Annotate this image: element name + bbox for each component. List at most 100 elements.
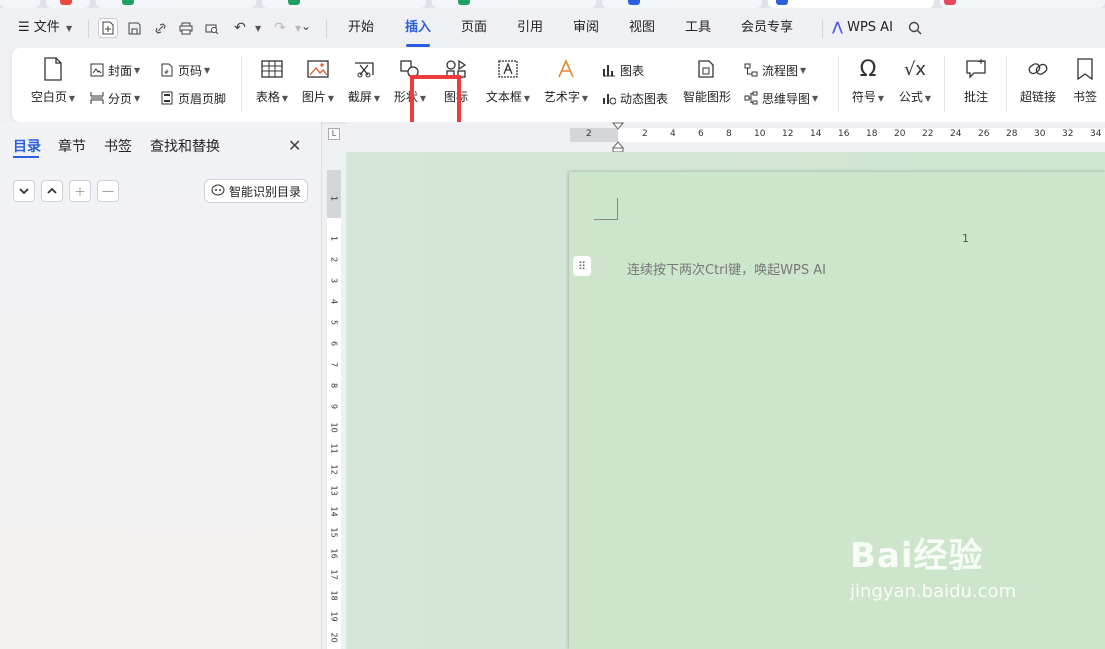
chevron-down-icon: ▼ bbox=[204, 65, 211, 75]
svg-text:#: # bbox=[164, 69, 169, 76]
doc-tab[interactable] bbox=[432, 0, 596, 8]
chevron-down-icon bbox=[19, 188, 29, 195]
collapse-up-button[interactable] bbox=[41, 180, 63, 202]
drag-handle-icon[interactable]: ⠿ bbox=[573, 256, 591, 276]
ruler-tick-label: 18 bbox=[329, 590, 339, 601]
doc-tab[interactable] bbox=[0, 0, 40, 8]
print-preview-icon[interactable] bbox=[202, 18, 222, 38]
chart-button[interactable]: 图表 bbox=[601, 60, 644, 80]
chevron-down-icon[interactable]: ▼ bbox=[255, 24, 261, 33]
smart-recognize-icon bbox=[211, 184, 225, 199]
save-icon[interactable] bbox=[124, 18, 144, 38]
search-icon[interactable] bbox=[905, 18, 925, 38]
tab-view[interactable]: 视图 bbox=[629, 8, 655, 48]
minus-icon: — bbox=[102, 184, 114, 198]
flowchart-label: 流程图 bbox=[762, 63, 799, 78]
page-number: 1 bbox=[962, 232, 969, 245]
doc-tab[interactable] bbox=[940, 0, 1105, 8]
blank-page-button[interactable]: 空白页 ▼ bbox=[29, 56, 77, 105]
add-level-button[interactable]: ＋ bbox=[69, 180, 91, 202]
chevron-down-icon: ▼ bbox=[812, 93, 819, 103]
ruler-tick-label: 2 bbox=[586, 129, 592, 139]
new-doc-icon[interactable] bbox=[98, 18, 118, 38]
tab-reference[interactable]: 引用 bbox=[517, 8, 543, 48]
divider bbox=[944, 56, 945, 112]
file-menu[interactable]: ☰ 文件 ▼ bbox=[18, 8, 72, 48]
flowchart-button[interactable]: 流程图 ▼ bbox=[743, 60, 806, 80]
ruler-tick-label: 1 bbox=[329, 235, 339, 242]
comment-button[interactable]: 批注 bbox=[954, 56, 998, 105]
hyperlink-button[interactable]: 超链接 bbox=[1016, 56, 1060, 105]
share-icon[interactable] bbox=[150, 18, 170, 38]
ruler-tick-label: 24 bbox=[950, 129, 962, 139]
dynamic-chart-button[interactable]: 动态图表 bbox=[601, 88, 668, 108]
header-footer-button[interactable]: 页眉页脚 bbox=[159, 88, 226, 108]
close-icon[interactable]: ✕ bbox=[288, 136, 301, 155]
redo-icon[interactable]: ↷ bbox=[270, 18, 290, 38]
symbol-label: 符号 bbox=[851, 90, 876, 104]
horizontal-ruler[interactable]: 2 2 4 6 8 10 12 14 16 18 20 22 24 26 28 30 32 34 bbox=[346, 122, 1105, 152]
document-page[interactable] bbox=[569, 172, 1105, 649]
smart-toc-button[interactable]: 智能识别目录 bbox=[204, 179, 308, 203]
wps-ai-button[interactable]: ⋀ WPS AI bbox=[832, 8, 893, 48]
text-box-button[interactable]: 文本框 ▼ bbox=[482, 56, 534, 105]
link-icon bbox=[1025, 56, 1051, 82]
tab-bookmarks[interactable]: 书签 bbox=[104, 136, 132, 156]
table-button[interactable]: 表格 ▼ bbox=[252, 56, 292, 105]
print-icon[interactable] bbox=[176, 18, 196, 38]
indent-marker[interactable] bbox=[612, 122, 624, 152]
mind-map-button[interactable]: 思维导图 ▼ bbox=[743, 88, 818, 108]
symbol-button[interactable]: Ω 符号 ▼ bbox=[846, 56, 890, 105]
undo-icon[interactable]: ↶ bbox=[230, 18, 250, 38]
tab-tools[interactable]: 工具 bbox=[685, 8, 711, 48]
page-number-button[interactable]: # 页码 ▼ bbox=[159, 60, 210, 80]
ruler-tick-label: 1 bbox=[329, 195, 339, 202]
more-chevron-icon[interactable]: ⌄ bbox=[301, 19, 311, 33]
bookmark-button[interactable]: 书签 bbox=[1065, 56, 1105, 105]
flowchart-icon bbox=[743, 62, 759, 78]
chevron-down-icon: ▼ bbox=[134, 65, 141, 75]
ruler-tick-label: 6 bbox=[698, 129, 704, 139]
ruler-tick-label: 5 bbox=[329, 319, 339, 326]
remove-level-button[interactable]: — bbox=[97, 180, 119, 202]
page-number-label: 页码 bbox=[178, 63, 203, 78]
formula-label: 公式 bbox=[898, 90, 923, 104]
expand-down-button[interactable] bbox=[13, 180, 35, 202]
vertical-ruler[interactable]: 1 1 2 3 4 5 6 7 8 9 10 11 12 13 14 15 16 17 18 19 20 bbox=[327, 170, 341, 649]
margin-corner-mark bbox=[594, 198, 618, 220]
tab-start[interactable]: 开始 bbox=[348, 8, 374, 48]
smart-graphic-button[interactable]: 智能图形 bbox=[680, 56, 734, 105]
doc-tab[interactable] bbox=[96, 0, 256, 8]
doc-tab[interactable] bbox=[46, 0, 90, 8]
active-tab-indicator bbox=[13, 156, 39, 158]
doc-tab[interactable] bbox=[602, 0, 762, 8]
tab-sections[interactable]: 章节 bbox=[58, 136, 86, 156]
tab-insert[interactable]: 插入 bbox=[405, 8, 431, 48]
ruler-tick-label: 30 bbox=[1034, 129, 1046, 139]
tab-stop-selector[interactable]: L bbox=[328, 128, 340, 140]
page-break-label: 分页 bbox=[108, 91, 133, 106]
doc-tab[interactable] bbox=[262, 0, 426, 8]
cover-button[interactable]: 封面 ▼ bbox=[89, 60, 140, 80]
navigation-pane: 目录 章节 书签 查找和替换 ✕ ＋ — 智能识别目录 bbox=[0, 122, 321, 649]
ruler-tick-label: 2 bbox=[642, 129, 648, 139]
tab-review[interactable]: 审阅 bbox=[573, 8, 599, 48]
doc-tab-active[interactable] bbox=[768, 0, 934, 8]
ruler-tick-label: 32 bbox=[1062, 129, 1074, 139]
tab-member[interactable]: 会员专享 bbox=[741, 8, 793, 48]
formula-button[interactable]: √x 公式 ▼ bbox=[893, 56, 937, 105]
header-footer-icon bbox=[159, 90, 175, 106]
tab-toc[interactable]: 目录 bbox=[13, 136, 41, 156]
screenshot-button[interactable]: 截屏 ▼ bbox=[343, 56, 385, 105]
text-box-icon bbox=[495, 56, 521, 82]
ruler-tick-label: 26 bbox=[978, 129, 990, 139]
comment-label: 批注 bbox=[963, 90, 988, 104]
tab-find-replace[interactable]: 查找和替换 bbox=[150, 136, 220, 156]
picture-button[interactable]: 图片 ▼ bbox=[297, 56, 339, 105]
tab-page[interactable]: 页面 bbox=[461, 8, 487, 48]
page-break-button[interactable]: 分页 ▼ bbox=[89, 88, 140, 108]
pane-divider[interactable] bbox=[321, 122, 322, 649]
cover-icon bbox=[89, 62, 105, 78]
word-art-button[interactable]: 艺术字 ▼ bbox=[540, 56, 592, 105]
blank-page-label: 空白页 bbox=[30, 90, 67, 104]
